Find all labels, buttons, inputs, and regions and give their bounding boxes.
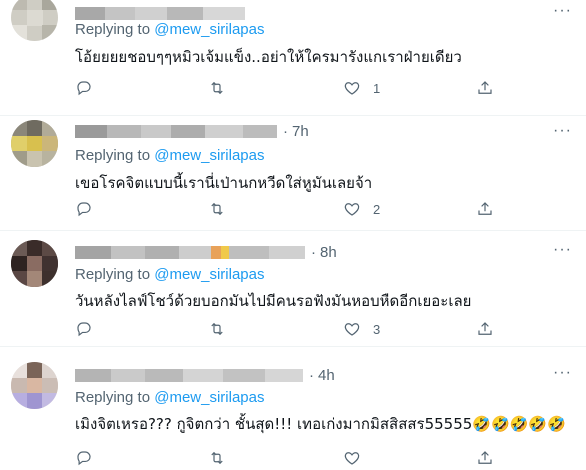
replying-handle-link[interactable]: @mew_sirilapas [154,21,264,38]
tweet-time[interactable]: 7h [292,123,309,140]
tweet-header: · 4h [75,365,335,385]
more-icon[interactable]: ··· [553,122,572,140]
reply-icon [77,202,91,217]
reply-icon [77,81,91,96]
tweet-header [75,3,245,23]
replying-prefix: Replying to [75,147,151,164]
heart-icon [344,203,360,216]
replying-prefix: Replying to [75,21,151,38]
reply-icon [77,322,91,337]
replying-handle-link[interactable]: @mew_sirilapas [154,147,264,164]
avatar[interactable] [11,0,58,41]
more-icon[interactable]: ··· [553,2,572,20]
retweet-button[interactable] [208,199,238,219]
reply-tweet[interactable]: · 8h ··· Replying to @mew_sirilapas วันห… [0,231,586,347]
share-icon [478,322,492,335]
share-icon [478,81,492,94]
separator: · [309,366,314,384]
retweet-button[interactable] [208,448,238,468]
retweet-button[interactable] [208,319,238,339]
separator: · [283,122,288,140]
avatar[interactable] [11,240,58,287]
retweet-icon [211,81,223,95]
blurred-username[interactable] [75,245,305,259]
blurred-username[interactable] [75,124,277,138]
like-button[interactable]: 3 [343,319,380,339]
heart-icon [344,452,360,465]
tweet-actions [75,448,575,468]
like-count: 3 [373,321,381,337]
replying-to: Replying to @mew_sirilapas [75,389,264,406]
reply-tweet[interactable]: · 7h ··· Replying to @mew_sirilapas เขอโ… [0,116,586,231]
avatar[interactable] [11,120,58,167]
more-icon[interactable]: ··· [553,364,572,382]
share-button[interactable] [476,448,494,468]
tweet-text: วันหลังไลฟ์โชว์ด้วยบอกมันไปมีคนรอฟังมันห… [75,292,472,310]
like-count: 2 [373,201,381,217]
tweet-text: เมิงจิตเหรอ??? กูจิตกว่า ชั้นสุด!!! เทอเ… [75,415,566,433]
replying-handle-link[interactable]: @mew_sirilapas [154,389,264,406]
tweet-text: โอ้ยยยยชอบๆๆหมิวเจ้มแข็ง..อย่าให้ใครมารั… [75,48,462,66]
tweet-actions: 1 [75,78,575,98]
blurred-username[interactable] [75,6,245,20]
replying-to: Replying to @mew_sirilapas [75,21,264,38]
tweet-actions: 3 [75,319,575,339]
like-count: 1 [373,80,381,96]
separator: · [311,243,316,261]
replying-handle-link[interactable]: @mew_sirilapas [154,266,264,283]
share-icon [478,451,492,464]
blurred-username[interactable] [75,368,303,382]
reply-tweet[interactable]: ··· Replying to @mew_sirilapas โอ้ยยยยชอ… [0,0,586,116]
tweet-header: · 8h [75,242,337,262]
reply-button[interactable] [75,448,105,468]
avatar[interactable] [11,362,58,409]
tweet-time[interactable]: 4h [318,367,335,384]
more-icon[interactable]: ··· [553,241,572,259]
retweet-button[interactable] [208,78,238,98]
share-button[interactable] [476,199,494,219]
retweet-icon [211,322,223,336]
like-button[interactable]: 2 [343,199,380,219]
tweet-time[interactable]: 8h [320,244,337,261]
heart-icon [344,323,360,336]
reply-icon [77,451,91,466]
like-button[interactable]: 1 [343,78,380,98]
reply-button[interactable] [75,78,105,98]
replying-prefix: Replying to [75,389,151,406]
share-icon [478,202,492,215]
reply-tweet[interactable]: · 4h ··· Replying to @mew_sirilapas เมิง… [0,347,586,470]
replying-prefix: Replying to [75,266,151,283]
retweet-icon [211,451,223,465]
tweet-text: เขอโรคจิตแบบนี้เรานี่เป่านกหวีดใส่หูมันเ… [75,174,373,192]
replying-to: Replying to @mew_sirilapas [75,147,264,164]
heart-icon [344,82,360,95]
share-button[interactable] [476,78,494,98]
replying-to: Replying to @mew_sirilapas [75,266,264,283]
reply-button[interactable] [75,319,105,339]
tweet-actions: 2 [75,199,575,219]
tweet-header: · 7h [75,121,309,141]
like-button[interactable] [343,448,373,468]
share-button[interactable] [476,319,494,339]
reply-button[interactable] [75,199,105,219]
retweet-icon [211,202,223,216]
